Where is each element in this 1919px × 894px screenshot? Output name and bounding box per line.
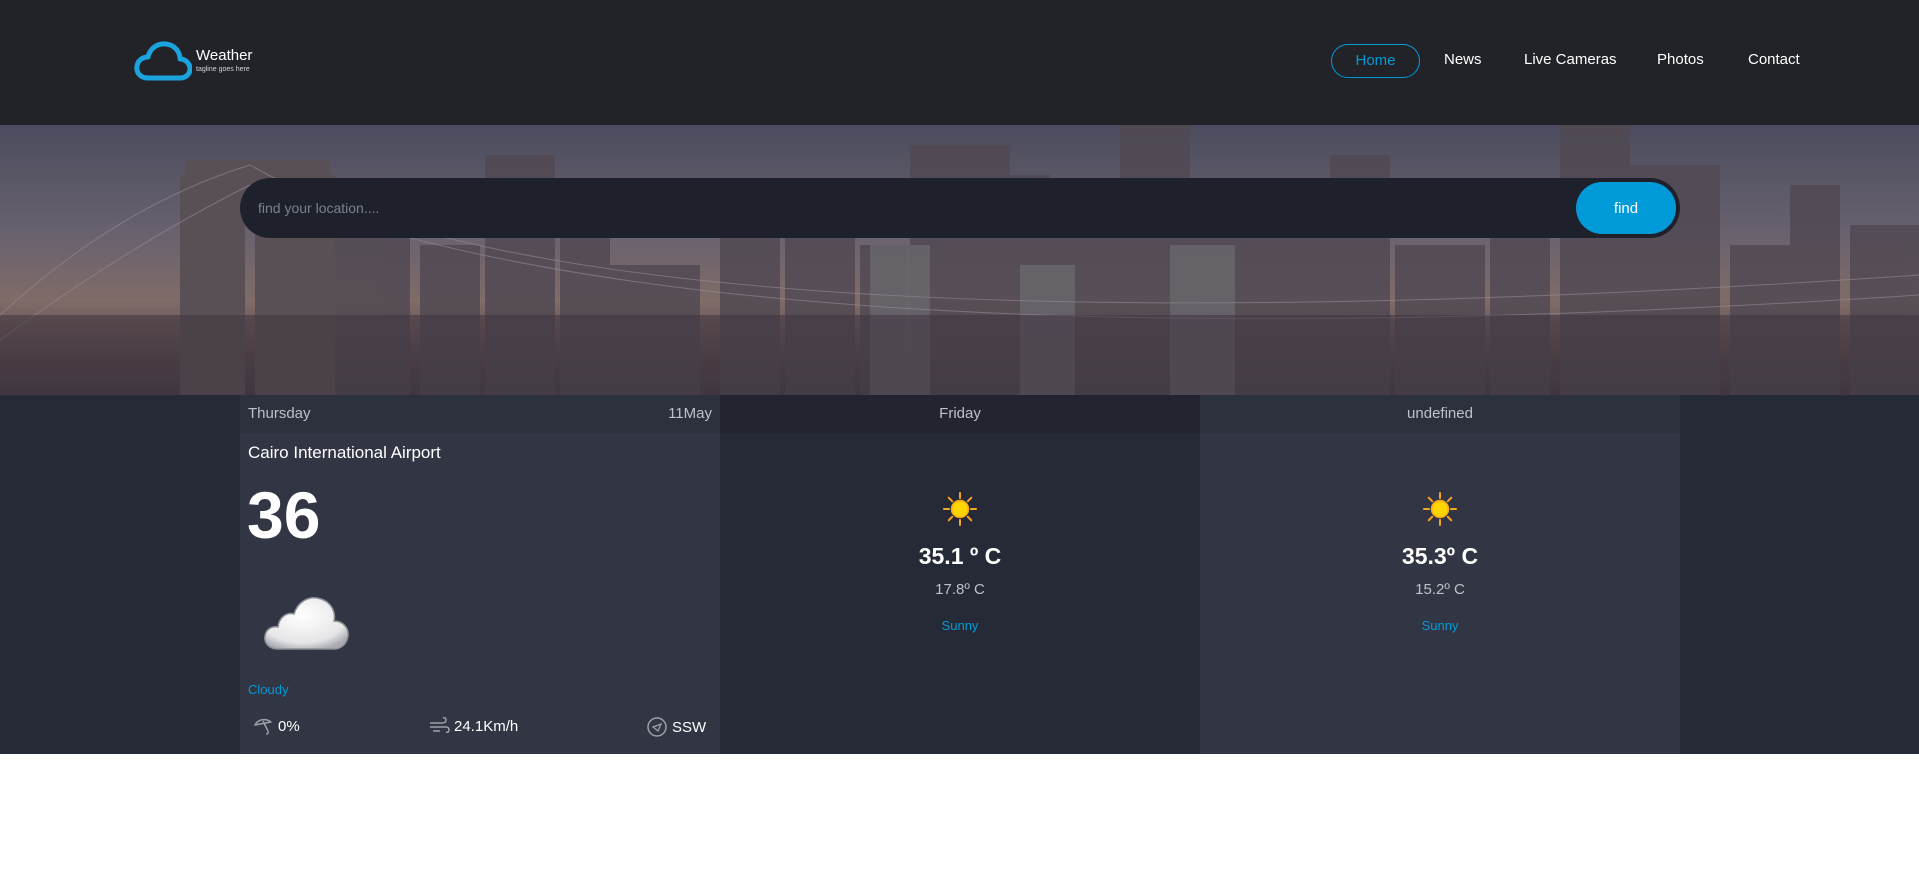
min-temperature: 15.2º C bbox=[1415, 581, 1465, 598]
wind-icon bbox=[430, 717, 450, 733]
nav-live-cameras[interactable]: Live Cameras bbox=[1524, 44, 1617, 78]
forecast-side-left bbox=[0, 395, 240, 754]
hero-banner: find bbox=[0, 125, 1919, 395]
forecast-section: Thursday 11May Cairo International Airpo… bbox=[0, 395, 1919, 754]
brand-tagline: tagline goes here bbox=[196, 66, 250, 73]
today-date: 11May bbox=[668, 405, 712, 422]
current-temperature: 36 bbox=[247, 478, 321, 552]
forecast-day: undefined bbox=[1200, 395, 1680, 433]
today-card-header: Thursday 11May bbox=[240, 395, 720, 433]
forecast-card-body: 35.1 º C 17.8º C Sunny bbox=[720, 433, 1200, 754]
min-temperature: 17.8º C bbox=[935, 581, 985, 598]
city-skyline-image bbox=[0, 125, 1919, 395]
find-button[interactable]: find bbox=[1576, 182, 1676, 234]
nav-photos[interactable]: Photos bbox=[1657, 44, 1704, 78]
rain-stat: 0% bbox=[252, 716, 300, 736]
forecast-day: Friday bbox=[720, 395, 1200, 433]
sun-icon bbox=[943, 492, 977, 526]
today-day: Thursday bbox=[248, 405, 311, 422]
today-card-body: Cairo International Airport 36 Cloudy 0%… bbox=[240, 433, 720, 754]
wind-speed-value: 24.1Km/h bbox=[454, 717, 519, 735]
forecast-side-right bbox=[1680, 395, 1919, 754]
nav-home[interactable]: Home bbox=[1331, 44, 1420, 78]
today-forecast-card: Thursday 11May Cairo International Airpo… bbox=[240, 395, 720, 754]
rain-value: 0% bbox=[278, 717, 300, 735]
forecast-condition: Sunny bbox=[941, 618, 979, 633]
forecast-condition: Sunny bbox=[1421, 618, 1459, 633]
current-condition: Cloudy bbox=[248, 682, 289, 697]
wind-direction-value: SSW bbox=[672, 718, 707, 736]
brand-title: Weather bbox=[196, 47, 253, 64]
sun-icon bbox=[1423, 492, 1457, 526]
wind-direction-stat: SSW bbox=[646, 716, 706, 738]
forecast-card: Friday 35.1 º C 17.8º C Sunny bbox=[720, 395, 1200, 754]
max-temperature: 35.3º C bbox=[1401, 543, 1479, 569]
location-name: Cairo International Airport bbox=[248, 443, 441, 462]
search-bar: find bbox=[240, 178, 1680, 238]
max-temperature: 35.1 º C bbox=[918, 543, 1002, 569]
cloud-icon bbox=[264, 597, 349, 650]
nav-contact[interactable]: Contact bbox=[1748, 44, 1800, 78]
forecast-card: undefined 35.3º C 15.2º C Sunny bbox=[1200, 395, 1680, 754]
cloud-logo-icon bbox=[134, 41, 192, 81]
logo[interactable]: Weather tagline goes here bbox=[134, 40, 252, 82]
umbrella-icon bbox=[254, 718, 272, 735]
forecast-card-body: 35.3º C 15.2º C Sunny bbox=[1200, 433, 1680, 754]
search-input[interactable] bbox=[258, 178, 1558, 238]
wind-speed-stat: 24.1Km/h bbox=[428, 716, 518, 736]
site-header: Weather tagline goes here Home News Live… bbox=[0, 0, 1919, 125]
nav-news[interactable]: News bbox=[1444, 44, 1482, 78]
compass-icon bbox=[647, 717, 667, 737]
